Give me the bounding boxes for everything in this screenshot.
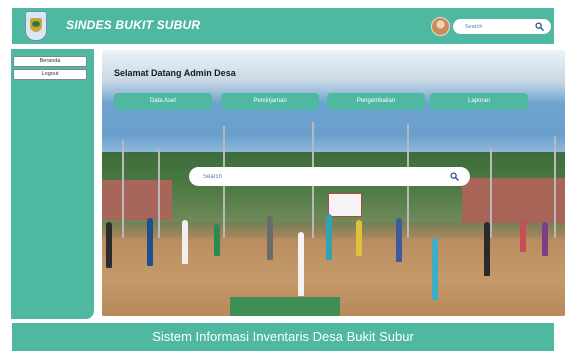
laporan-button[interactable]: Laporan bbox=[430, 93, 528, 110]
search-icon[interactable] bbox=[450, 172, 459, 181]
user-avatar[interactable] bbox=[431, 17, 450, 36]
app-title: SINDES BUKIT SUBUR bbox=[66, 18, 201, 32]
header-search-input[interactable] bbox=[465, 21, 529, 32]
data-aset-button[interactable]: Data Aset bbox=[114, 93, 212, 110]
crowd bbox=[102, 210, 565, 300]
sidebar-item-logout[interactable]: Logout bbox=[13, 69, 87, 80]
search-icon[interactable] bbox=[535, 22, 544, 31]
village-emblem-icon bbox=[25, 11, 47, 41]
main-search-box[interactable] bbox=[189, 167, 470, 186]
welcome-heading: Selamat Datang Admin Desa bbox=[114, 68, 236, 78]
sidebar: Beranda Logout bbox=[11, 49, 94, 319]
footer: Sistem Informasi Inventaris Desa Bukit S… bbox=[12, 323, 554, 351]
pengembalian-button[interactable]: Pengembalian bbox=[327, 93, 425, 110]
sidebar-item-beranda[interactable]: Beranda bbox=[13, 56, 87, 67]
peminjaman-button[interactable]: Peminjaman bbox=[221, 93, 319, 110]
main-hero: Selamat Datang Admin Desa Data Aset Pemi… bbox=[102, 50, 565, 316]
header-search-box[interactable] bbox=[453, 19, 551, 34]
green-mat bbox=[230, 297, 340, 316]
top-header: SINDES BUKIT SUBUR bbox=[12, 8, 554, 44]
main-search-input[interactable] bbox=[203, 171, 423, 182]
